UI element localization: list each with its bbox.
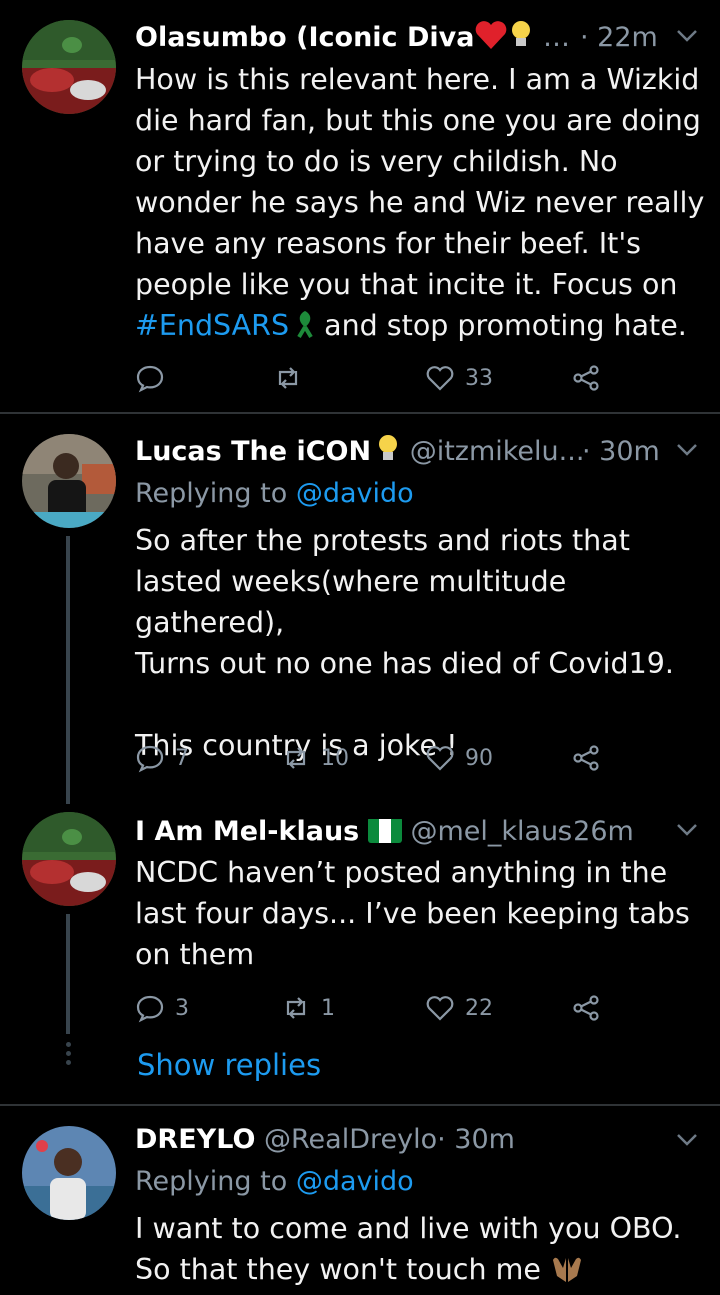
like-button[interactable]: 90 [425, 738, 493, 778]
share-icon [573, 995, 599, 1021]
like-button[interactable]: 22 [425, 988, 493, 1028]
chevron-down-icon[interactable] [676, 438, 698, 462]
reply-icon [136, 365, 164, 393]
tweet-text: So after the protests and riots that las… [135, 524, 674, 762]
tweet-text: How is this relevant here. I am a Wizkid… [135, 59, 705, 350]
reply-button[interactable]: 7 [135, 738, 189, 778]
reply-button[interactable]: 3 [135, 988, 189, 1028]
avatar[interactable] [22, 20, 116, 114]
retweet-button[interactable]: 1 [281, 988, 335, 1028]
replying-to: Replying to @davido [135, 478, 414, 509]
avatar[interactable] [22, 1126, 116, 1220]
retweet-button[interactable]: 10 [281, 738, 349, 778]
light-bulb-icon [508, 19, 534, 58]
praying-hands-icon [549, 1254, 585, 1295]
display-name[interactable]: Olasumbo (Iconic Diva [135, 22, 474, 53]
handle[interactable]: @mel_klaus [410, 816, 572, 847]
nigeria-flag-icon [367, 817, 402, 843]
display-name[interactable]: DREYLO [135, 1124, 255, 1155]
reply-icon [136, 745, 164, 773]
red-heart-icon [474, 20, 508, 58]
avatar[interactable] [22, 434, 116, 528]
timestamp: · 22m [580, 22, 658, 53]
tweet-actions: 7 10 90 [135, 738, 615, 778]
hashtag-link[interactable]: #EndSARS [135, 309, 289, 342]
display-name[interactable]: I Am Mel-klaus [135, 816, 359, 847]
timestamp: · 26m [556, 816, 634, 847]
thread-line [66, 536, 70, 804]
display-name[interactable]: Lucas The iCON [135, 436, 371, 467]
green-ribbon-icon [295, 309, 315, 350]
thread-line [66, 914, 70, 1034]
chevron-down-icon[interactable] [676, 818, 698, 842]
share-button[interactable] [571, 358, 601, 398]
timestamp: · 30m [437, 1124, 515, 1155]
handle: … [543, 22, 571, 53]
heart-icon [426, 366, 454, 391]
retweet-button[interactable] [273, 358, 313, 398]
chevron-down-icon[interactable] [676, 1128, 698, 1152]
chevron-down-icon[interactable] [676, 24, 698, 48]
avatar[interactable] [22, 812, 116, 906]
reply-icon [136, 995, 164, 1023]
share-button[interactable] [571, 738, 601, 778]
retweet-icon [278, 367, 298, 389]
tweet-dreylo[interactable]: DREYLO @RealDreylo· 30m Replying to @dav… [0, 1106, 720, 1294]
handle[interactable]: @RealDreylo [264, 1124, 437, 1155]
timestamp: · 30m [582, 436, 660, 467]
thread-dots [64, 1038, 72, 1069]
retweet-icon [286, 747, 306, 769]
mention-link[interactable]: @davido [296, 478, 414, 509]
mention-link[interactable]: @davido [296, 1166, 414, 1197]
tweet-mel-klaus[interactable]: I Am Mel-klaus @mel_klaus · 26m NCDC hav… [0, 804, 720, 1104]
handle[interactable]: @itzmikelu... [410, 436, 585, 467]
retweet-icon [286, 997, 306, 1019]
light-bulb-icon [375, 433, 401, 472]
tweet-text: NCDC haven’t posted anything in the last… [135, 856, 699, 971]
tweet-actions: 3 1 22 [135, 988, 615, 1028]
heart-icon [426, 746, 454, 771]
share-icon [573, 745, 599, 771]
like-button[interactable]: 33 [425, 358, 493, 398]
tweet-lucas[interactable]: Lucas The iCON @itzmikelu... · 30m Reply… [0, 414, 720, 804]
share-icon [573, 365, 599, 391]
replying-to: Replying to @davido [135, 1166, 414, 1197]
tweet-header: Lucas The iCON @itzmikelu... [135, 432, 620, 472]
share-button[interactable] [571, 988, 601, 1028]
tweet-header: DREYLO @RealDreylo· 30m [135, 1120, 660, 1160]
tweet-olasumbo[interactable]: Olasumbo (Iconic Diva … · 22m How is thi… [0, 0, 720, 412]
tweet-actions: 33 [135, 358, 615, 398]
heart-icon [426, 996, 454, 1021]
tweet-text: I want to come and live with you OBO. So… [135, 1208, 705, 1295]
reply-button[interactable] [135, 358, 175, 398]
show-replies-link[interactable]: Show replies [137, 1048, 321, 1082]
